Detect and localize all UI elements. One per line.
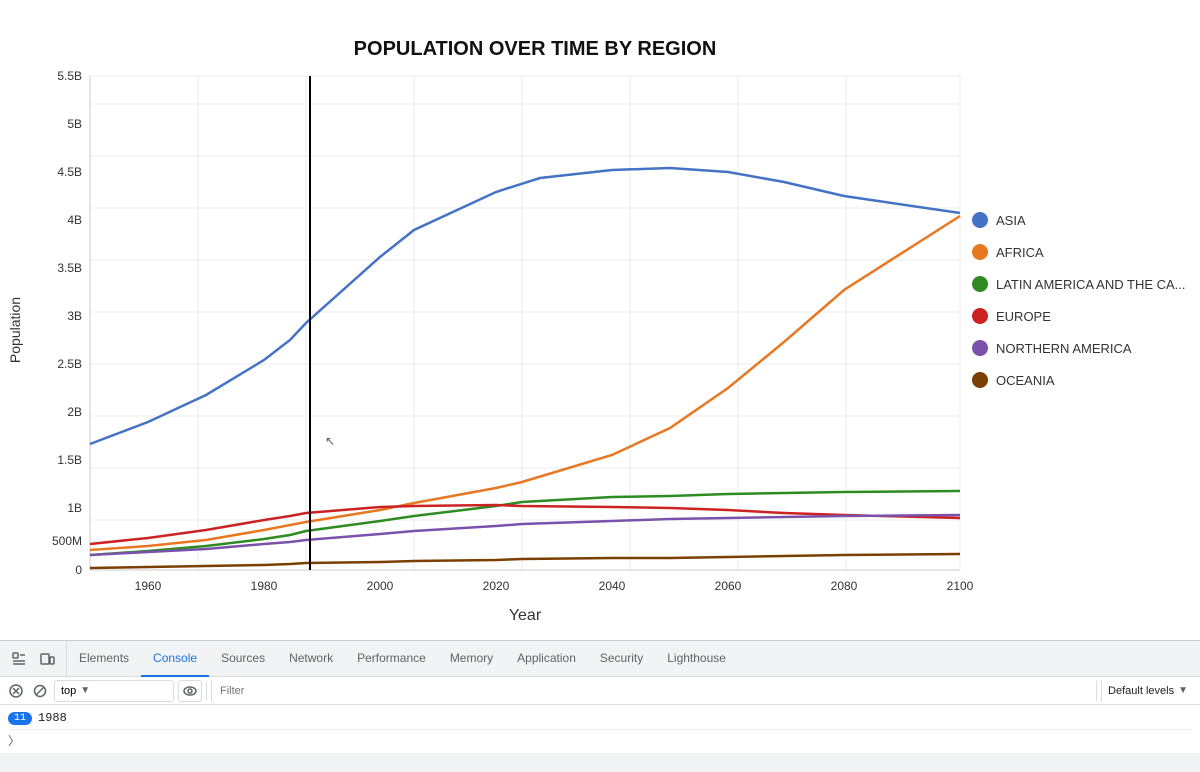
tab-memory[interactable]: Memory [438,641,505,677]
svg-text:1B: 1B [67,501,82,515]
devtools-icon-group [0,641,67,676]
legend-asia-dot [972,212,988,228]
svg-text:1980: 1980 [251,579,278,593]
tab-security[interactable]: Security [588,641,655,677]
console-line-2: 〉 [8,729,1192,751]
legend-oceania-label: OCEANIA [996,373,1055,388]
tab-console[interactable]: Console [141,641,209,677]
block-icon[interactable] [30,681,50,701]
svg-text:5.5B: 5.5B [57,69,82,83]
chart-svg: POPULATION OVER TIME BY REGION 5.5B 5B 4… [0,0,1200,640]
svg-text:0: 0 [75,563,82,577]
svg-text:500M: 500M [52,534,82,548]
console-line-text: 1988 [38,711,67,725]
svg-text:4.5B: 4.5B [57,165,82,179]
legend-northam-label: NORTHERN AMERICA [996,341,1132,356]
context-selector[interactable]: top ▼ [54,680,174,702]
chevron-down-icon2: ▼ [1178,685,1188,696]
main-content: POPULATION OVER TIME BY REGION 5.5B 5B 4… [0,0,1200,640]
tab-lighthouse[interactable]: Lighthouse [655,641,738,677]
chevron-down-icon: ▼ [80,685,90,696]
svg-text:1960: 1960 [135,579,162,593]
chart-title: POPULATION OVER TIME BY REGION [354,38,717,60]
svg-text:2060: 2060 [715,579,742,593]
devtools-panel: Elements Console Sources Network Perform… [0,640,1200,772]
legend-northam-dot [972,340,988,356]
legend-latam-label: LATIN AMERICA AND THE CA... [996,277,1186,292]
svg-text:2020: 2020 [483,579,510,593]
divider [206,681,207,701]
svg-text:Population: Population [7,297,23,363]
legend-europe-dot [972,308,988,324]
legend-asia-label: ASIA [996,213,1026,228]
svg-text:2B: 2B [67,405,82,419]
legend-africa-label: AFRICA [996,245,1044,260]
clear-console-button[interactable] [6,681,26,701]
svg-text:4B: 4B [67,213,82,227]
svg-text:3.5B: 3.5B [57,261,82,275]
tab-performance[interactable]: Performance [345,641,438,677]
svg-text:2000: 2000 [367,579,394,593]
eye-icon-button[interactable] [178,680,202,702]
caret-icon: 〉 [8,732,20,749]
console-output: 11 1988 〉 [0,705,1200,753]
legend-europe-label: EUROPE [996,309,1051,324]
svg-text:2040: 2040 [599,579,626,593]
console-line-1: 11 1988 [8,707,1192,729]
svg-text:1.5B: 1.5B [57,453,82,467]
svg-text:2080: 2080 [831,579,858,593]
legend-latam-dot [972,276,988,292]
context-value: top [61,685,76,697]
log-level-value: Default levels [1108,685,1174,697]
devtools-tabs: Elements Console Sources Network Perform… [0,641,1200,677]
legend-oceania-dot [972,372,988,388]
divider2 [1096,681,1097,701]
legend-africa-dot [972,244,988,260]
console-count-badge: 11 [8,712,32,725]
tab-network[interactable]: Network [277,641,345,677]
devtools-toolbar: top ▼ Default levels ▼ [0,677,1200,705]
tab-application[interactable]: Application [505,641,588,677]
svg-text:Year: Year [509,607,542,624]
svg-text:3B: 3B [67,309,82,323]
filter-input[interactable] [211,680,1092,702]
svg-text:2.5B: 2.5B [57,357,82,371]
tab-sources[interactable]: Sources [209,641,277,677]
svg-text:↖: ↖ [325,434,335,448]
device-toggle-button[interactable] [36,648,58,670]
svg-text:2100: 2100 [947,579,974,593]
svg-text:5B: 5B [67,117,82,131]
log-level-selector[interactable]: Default levels ▼ [1101,680,1194,702]
tab-elements[interactable]: Elements [67,641,141,677]
inspect-element-button[interactable] [8,648,30,670]
